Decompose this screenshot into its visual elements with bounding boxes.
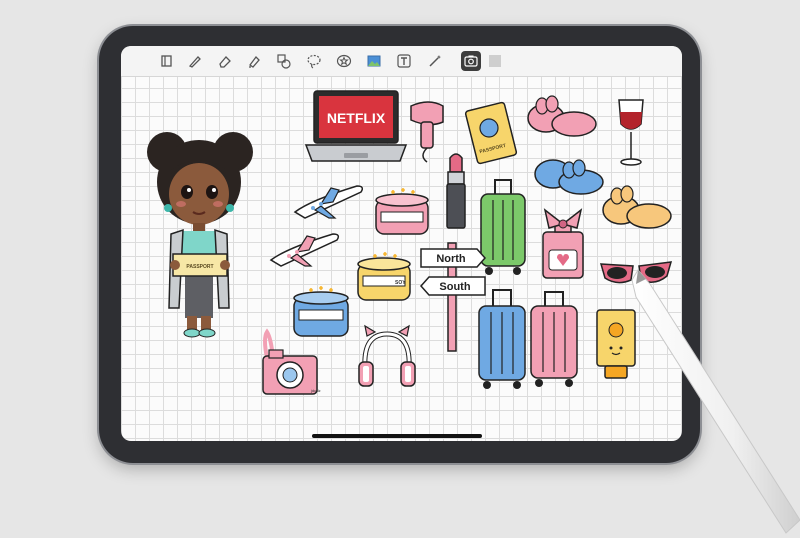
sign-north-label: North [436,253,466,265]
image-icon[interactable] [364,51,384,71]
perfume-sticker[interactable] [535,206,591,280]
camera-sticker[interactable]: jdudz [261,328,321,398]
airplane-blue-sticker[interactable] [291,178,365,224]
canvas[interactable]: PASSPORT NETFLIX PASSPORT SOY North Sout… [121,46,682,441]
airplane-pink-sticker[interactable] [267,226,341,272]
text-icon[interactable] [394,51,414,71]
template-icon[interactable] [485,51,505,71]
slippers-yellow-sticker[interactable] [597,185,675,232]
eraser-icon[interactable] [215,51,235,71]
candle-pink-sticker[interactable] [373,186,431,238]
home-indicator[interactable] [312,434,482,438]
shapes-icon[interactable] [274,51,294,71]
lipstick-sticker[interactable] [444,150,468,230]
laptop-sticker[interactable]: NETFLIX [304,89,408,164]
highlighter-icon[interactable] [244,51,264,71]
passport-sticker[interactable]: PASSPORT [464,101,518,165]
toolbar [121,46,682,77]
wine-glass-sticker[interactable] [616,98,646,168]
camera-signature: jdudz [310,388,321,393]
sticker-icon[interactable] [334,51,354,71]
pencil-icon[interactable] [185,51,205,71]
stylus-pencil [630,269,800,534]
headphones-sticker[interactable] [357,324,417,392]
slippers-pink-sticker[interactable] [522,95,600,138]
candle-yellow-sticker[interactable]: SOY [355,250,413,304]
camera-icon[interactable] [461,51,481,71]
layers-icon[interactable] [157,51,177,71]
suitcase-blue-sticker[interactable] [477,288,527,392]
laptop-label: NETFLIX [327,110,386,126]
candle-label: SOY [395,280,406,286]
hair-dryer-sticker[interactable] [405,98,449,164]
lasso-icon[interactable] [304,51,324,71]
slippers-blue-sticker[interactable] [529,152,607,196]
girl-sticker[interactable]: PASSPORT [135,130,255,342]
magic-wand-icon[interactable] [425,51,445,71]
suitcase-pink-sticker[interactable] [529,290,579,390]
ticket-label: PASSPORT [186,264,213,270]
sign-south-label: South [439,281,470,293]
